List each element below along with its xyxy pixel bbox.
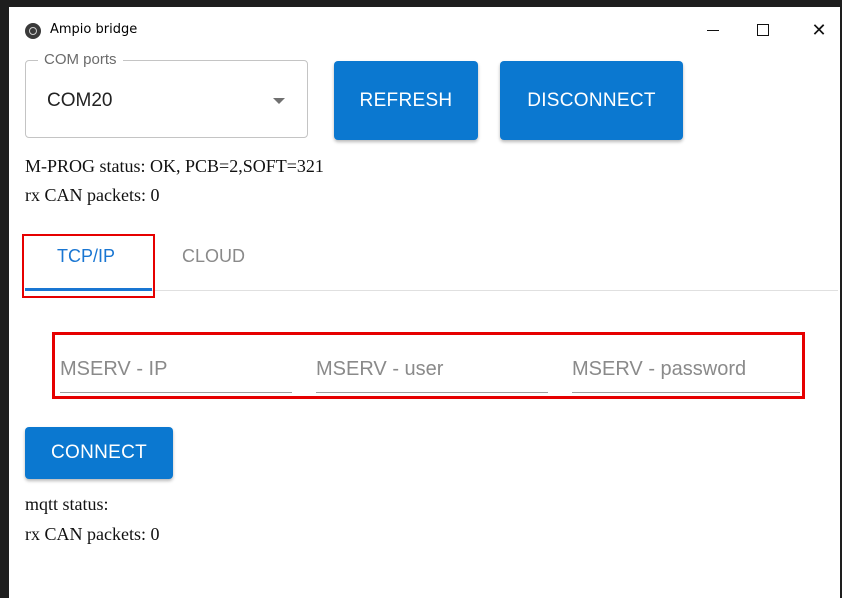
tab-cloud[interactable]: CLOUD (182, 246, 245, 267)
close-icon: ✕ (811, 19, 827, 41)
dropdown-arrow-icon (273, 98, 285, 104)
refresh-button[interactable]: REFRESH (334, 61, 478, 140)
com-port-value: COM20 (47, 90, 113, 111)
fields-highlight-box (52, 332, 805, 399)
window-frame-left (0, 0, 9, 598)
close-button[interactable]: ✕ (796, 11, 842, 49)
com-port-label: COM ports (38, 51, 123, 68)
rx-can-packets-bottom: rx CAN packets: 0 (25, 524, 160, 544)
mprog-status: M-PROG status: OK, PCB=2,SOFT=321 (25, 156, 324, 176)
connect-button[interactable]: CONNECT (25, 427, 173, 479)
maximize-icon (757, 24, 769, 36)
app-icon (25, 23, 41, 39)
window-frame-top (0, 0, 842, 7)
com-port-select[interactable]: COM ports COM20 (25, 51, 308, 138)
minimize-icon (707, 29, 719, 31)
tab-highlight-box (22, 234, 155, 298)
disconnect-button[interactable]: DISCONNECT (500, 61, 683, 140)
minimize-button[interactable] (690, 11, 736, 49)
mqtt-status: mqtt status: (25, 494, 109, 514)
window-title: Ampio bridge (50, 22, 138, 37)
rx-can-packets-top: rx CAN packets: 0 (25, 185, 160, 205)
title-bar[interactable]: Ampio bridge ✕ (9, 7, 840, 51)
maximize-button[interactable] (740, 11, 786, 49)
